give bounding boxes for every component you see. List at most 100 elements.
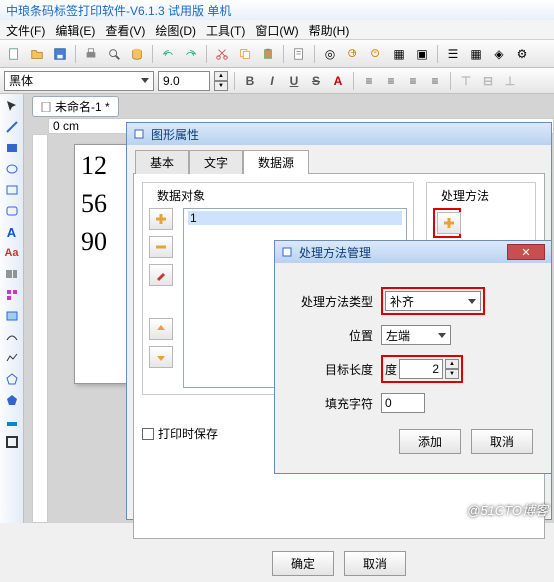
- add-button[interactable]: 添加: [399, 429, 461, 454]
- list-item[interactable]: 1: [188, 211, 402, 225]
- menu-draw[interactable]: 绘图(D): [155, 22, 196, 37]
- dialog-title: 处理方法管理: [299, 244, 371, 261]
- watermark: @51CTO博客: [467, 500, 548, 519]
- font-size-input[interactable]: 9.0: [158, 71, 210, 91]
- curve-tool-icon[interactable]: [2, 327, 22, 347]
- font-size-spinner[interactable]: ▲▼: [214, 71, 228, 91]
- menu-view[interactable]: 查看(V): [105, 22, 145, 37]
- cut-icon[interactable]: [212, 44, 232, 64]
- data-down-button[interactable]: [149, 346, 173, 368]
- rect-tool-icon[interactable]: [2, 180, 22, 200]
- fill-color-icon[interactable]: [2, 411, 22, 431]
- menu-bar: 文件(F) 编辑(E) 查看(V) 绘图(D) 工具(T) 窗口(W) 帮助(H…: [0, 20, 554, 40]
- underline-button[interactable]: U: [285, 72, 303, 90]
- cancel-button[interactable]: 取消: [344, 551, 406, 576]
- preview-icon[interactable]: [104, 44, 124, 64]
- position-select[interactable]: 左端: [381, 325, 451, 345]
- roundrect-tool-icon[interactable]: [2, 201, 22, 221]
- pointer-tool-icon[interactable]: [2, 96, 22, 116]
- zoom-out-icon[interactable]: -: [366, 44, 386, 64]
- menu-edit[interactable]: 编辑(E): [55, 22, 95, 37]
- db-icon[interactable]: [127, 44, 147, 64]
- italic-button[interactable]: I: [263, 72, 281, 90]
- cancel-button[interactable]: 取消: [471, 429, 533, 454]
- copy-icon[interactable]: [235, 44, 255, 64]
- align-left-icon[interactable]: ≡: [360, 72, 378, 90]
- strike-button[interactable]: S: [307, 72, 325, 90]
- tab-text[interactable]: 文字: [189, 150, 243, 174]
- tool-palette: A Aa: [0, 94, 24, 523]
- section-process-method: 处理方法: [437, 187, 493, 204]
- valign-bot-icon[interactable]: ⊥: [501, 72, 519, 90]
- zoom-all-icon[interactable]: ▦: [389, 44, 409, 64]
- zoom-sel-icon[interactable]: ▣: [412, 44, 432, 64]
- image-tool-icon[interactable]: [2, 306, 22, 326]
- stroke-color-icon[interactable]: [2, 432, 22, 452]
- align-justify-icon[interactable]: ≡: [426, 72, 444, 90]
- qrcode-tool-icon[interactable]: [2, 285, 22, 305]
- redo-icon[interactable]: [181, 44, 201, 64]
- bold-button[interactable]: B: [241, 72, 259, 90]
- proc-add-button[interactable]: [437, 212, 461, 234]
- close-button[interactable]: ✕: [507, 244, 545, 260]
- star-tool-icon[interactable]: [2, 390, 22, 410]
- polyline-tool-icon[interactable]: [2, 348, 22, 368]
- zoom-fit-icon[interactable]: ◎: [320, 44, 340, 64]
- line-tool-icon[interactable]: [2, 117, 22, 137]
- document-tab[interactable]: 未命名-1 *: [32, 96, 119, 117]
- target-length-input[interactable]: [399, 359, 443, 379]
- document-tab-label: 未命名-1 *: [55, 98, 110, 115]
- polygon-tool-icon[interactable]: [2, 369, 22, 389]
- dialog-icon: [281, 245, 295, 259]
- grid-icon[interactable]: ▦: [466, 44, 486, 64]
- print-icon[interactable]: [81, 44, 101, 64]
- menu-file[interactable]: 文件(F): [6, 22, 45, 37]
- menu-window[interactable]: 窗口(W): [255, 22, 298, 37]
- fill-char-input[interactable]: [381, 393, 425, 413]
- menu-help[interactable]: 帮助(H): [309, 22, 350, 37]
- main-toolbar: ◎ + - ▦ ▣ ☰ ▦ ◈ ⚙: [0, 40, 554, 68]
- tab-basic[interactable]: 基本: [135, 150, 189, 174]
- doc-props-icon[interactable]: [289, 44, 309, 64]
- format-a-button[interactable]: A: [329, 72, 347, 90]
- process-method-dialog: 处理方法管理 ✕ 处理方法类型 补齐 位置 左端 目标长度 度 ▲▼ 填充字符 …: [274, 240, 552, 474]
- generate-icon[interactable]: ⚙: [512, 44, 532, 64]
- data-remove-button[interactable]: [149, 236, 173, 258]
- type-label: 处理方法类型: [289, 293, 373, 310]
- align-icon[interactable]: ☰: [443, 44, 463, 64]
- open-icon[interactable]: [27, 44, 47, 64]
- save-icon[interactable]: [50, 44, 70, 64]
- doc-icon: [41, 102, 51, 112]
- data-add-button[interactable]: [149, 208, 173, 230]
- ruler-vertical: [32, 134, 48, 523]
- font-name-select[interactable]: 黑体: [4, 71, 154, 91]
- barcode-tool-icon[interactable]: [2, 264, 22, 284]
- layers-icon[interactable]: ◈: [489, 44, 509, 64]
- ellipse-tool-icon[interactable]: [2, 159, 22, 179]
- dialog-titlebar[interactable]: 处理方法管理 ✕: [275, 241, 551, 263]
- ok-button[interactable]: 确定: [272, 551, 334, 576]
- align-center-icon[interactable]: ≡: [382, 72, 400, 90]
- len-marker: 度: [385, 361, 397, 378]
- data-edit-button[interactable]: [149, 264, 173, 286]
- rect-fill-tool-icon[interactable]: [2, 138, 22, 158]
- tab-datasource[interactable]: 数据源: [243, 150, 309, 174]
- paste-icon[interactable]: [258, 44, 278, 64]
- undo-icon[interactable]: [158, 44, 178, 64]
- dialog-icon: [133, 127, 147, 141]
- valign-mid-icon[interactable]: ⊟: [479, 72, 497, 90]
- dialog-titlebar[interactable]: 图形属性: [127, 123, 551, 145]
- menu-tools[interactable]: 工具(T): [206, 22, 245, 37]
- type-select[interactable]: 补齐: [385, 291, 481, 311]
- app-title: 中琅条码标签打印软件-V6.1.3 试用版 单机: [6, 4, 231, 18]
- new-icon[interactable]: [4, 44, 24, 64]
- target-length-spinner[interactable]: ▲▼: [445, 359, 459, 379]
- data-up-button[interactable]: [149, 318, 173, 340]
- align-right-icon[interactable]: ≡: [404, 72, 422, 90]
- zoom-in-icon[interactable]: +: [343, 44, 363, 64]
- valign-top-icon[interactable]: ⊤: [457, 72, 475, 90]
- dialog-title: 图形属性: [151, 126, 199, 143]
- text-tool-icon[interactable]: A: [2, 222, 22, 242]
- svg-text:-: -: [373, 47, 377, 58]
- richtext-tool-icon[interactable]: Aa: [2, 243, 22, 263]
